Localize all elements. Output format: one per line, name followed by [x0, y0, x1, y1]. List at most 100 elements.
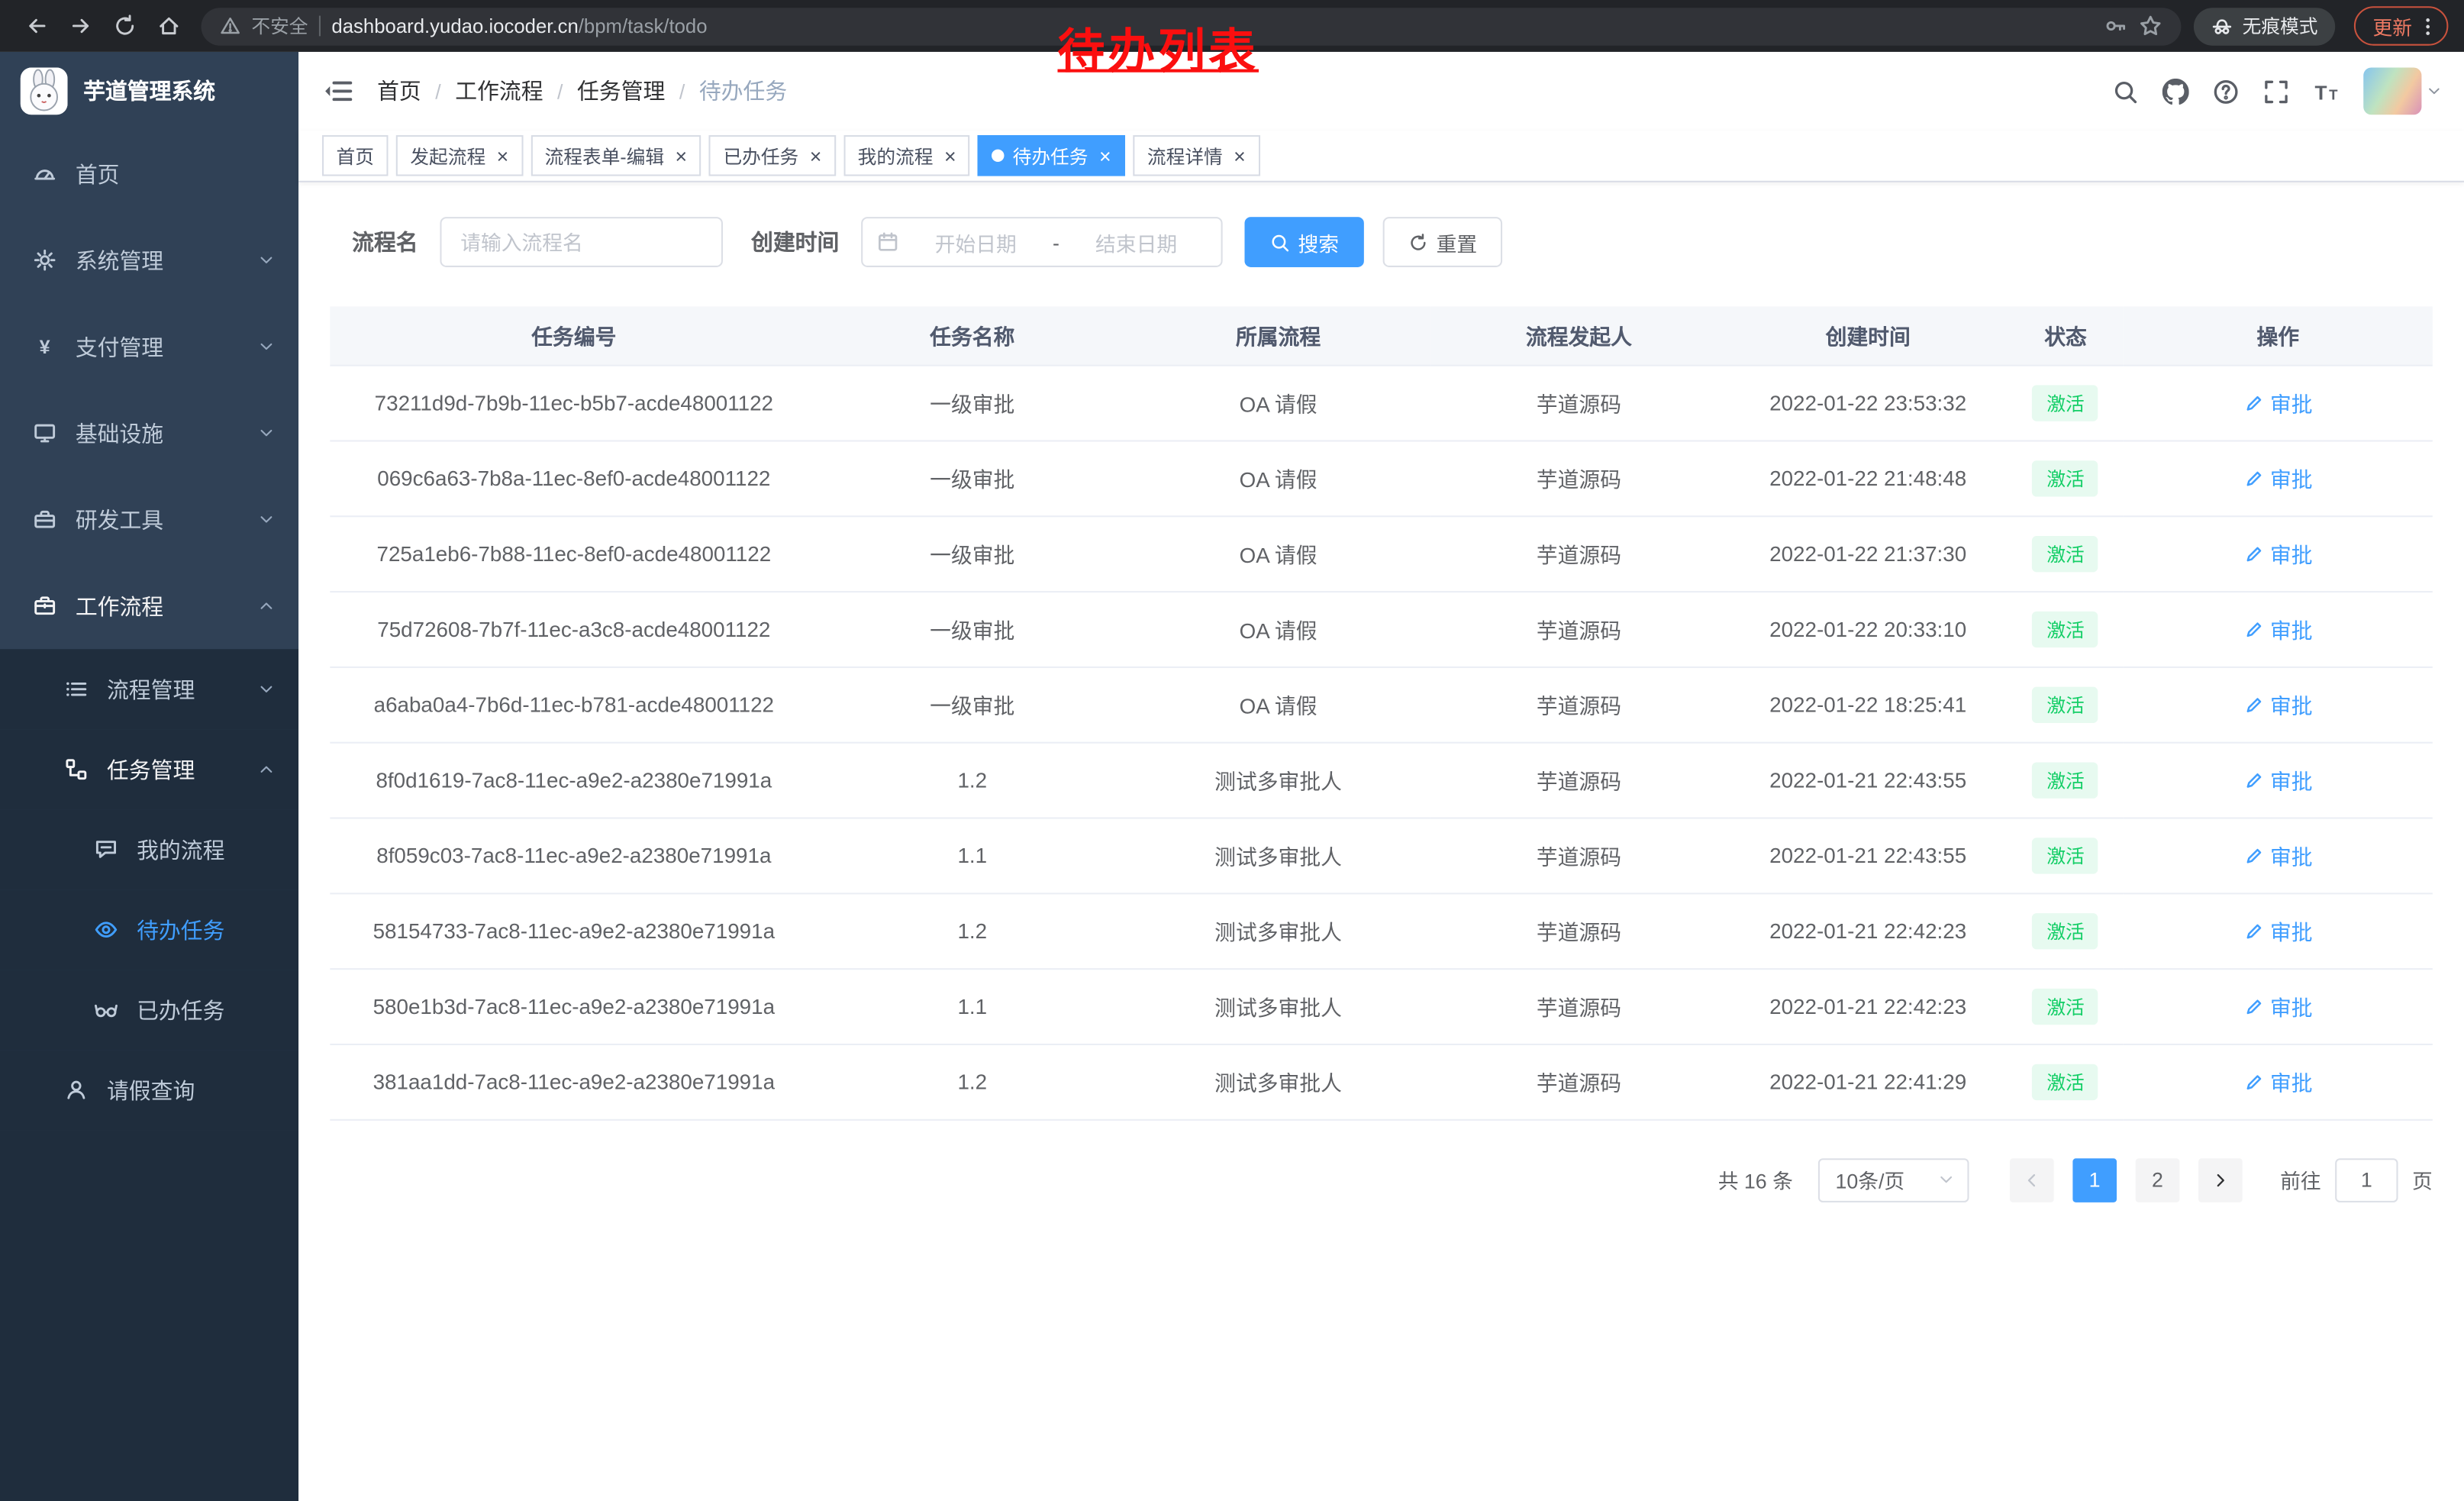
- sidebar-item-todo-tasks[interactable]: 待办任务: [0, 889, 298, 970]
- table-cell: 激活: [2008, 667, 2123, 742]
- status-badge: 激活: [2033, 460, 2098, 495]
- home-button[interactable]: [148, 5, 189, 47]
- approve-link[interactable]: 审批: [2243, 764, 2313, 796]
- table-cell: 73211d9d-7b9b-11ec-b5b7-acde48001122: [330, 365, 818, 441]
- breadcrumb-separator: /: [435, 79, 440, 103]
- sidebar-item-workflow[interactable]: 工作流程: [0, 563, 298, 649]
- branch-icon: [64, 757, 88, 781]
- approve-link[interactable]: 审批: [2243, 689, 2313, 720]
- approve-link[interactable]: 审批: [2243, 990, 2313, 1022]
- star-icon[interactable]: [2139, 15, 2162, 38]
- tab-close-icon[interactable]: ×: [810, 145, 822, 166]
- approve-link[interactable]: 审批: [2243, 613, 2313, 644]
- date-range-picker[interactable]: 开始日期 - 结束日期: [861, 217, 1222, 267]
- table-cell: 2022-01-21 22:42:23: [1728, 893, 2008, 968]
- key-icon[interactable]: [2104, 15, 2127, 38]
- search-button[interactable]: 搜索: [1244, 217, 1363, 267]
- chevron-up-icon: [258, 760, 276, 778]
- sidebar-item-system[interactable]: 系统管理: [0, 217, 298, 303]
- gear-icon: [33, 248, 56, 272]
- sidebar-item-devtools[interactable]: 研发工具: [0, 476, 298, 563]
- reload-button[interactable]: [104, 5, 145, 47]
- tab-close-icon[interactable]: ×: [1234, 145, 1246, 166]
- fullscreen-icon[interactable]: [2262, 78, 2289, 105]
- tab-首页[interactable]: 首页: [322, 135, 388, 176]
- breadcrumb-separator: /: [679, 79, 685, 103]
- sidebar-item-home[interactable]: 首页: [0, 131, 298, 217]
- github-icon[interactable]: [2162, 78, 2189, 105]
- page-button-2[interactable]: 2: [2136, 1157, 2180, 1202]
- page-button-1[interactable]: 1: [2072, 1157, 2117, 1202]
- update-button[interactable]: 更新: [2354, 6, 2449, 45]
- breadcrumb-item[interactable]: 首页: [377, 76, 421, 107]
- dots-vertical-icon[interactable]: [2417, 15, 2439, 37]
- annotation-title: 待办列表: [1057, 12, 1259, 82]
- tab-流程详情[interactable]: 流程详情×: [1133, 135, 1259, 176]
- monitor-icon: [33, 421, 56, 445]
- breadcrumb-item[interactable]: 任务管理: [577, 76, 665, 107]
- question-icon[interactable]: [2213, 78, 2240, 105]
- sidebar-item-process-mgmt[interactable]: 流程管理: [0, 649, 298, 729]
- process-name-input[interactable]: [440, 217, 723, 267]
- table-row: 73211d9d-7b9b-11ec-b5b7-acde48001122一级审批…: [330, 365, 2433, 441]
- table-cell: 2022-01-22 21:48:48: [1728, 440, 2008, 515]
- table-cell: 审批: [2124, 591, 2433, 667]
- tab-close-icon[interactable]: ×: [675, 145, 687, 166]
- column-header: 状态: [2008, 306, 2123, 364]
- approve-link[interactable]: 审批: [2243, 462, 2313, 493]
- search-icon[interactable]: [2112, 78, 2139, 105]
- reload-icon: [112, 15, 136, 38]
- sidebar-item-leave-query[interactable]: 请假查询: [0, 1050, 298, 1130]
- prev-page-button[interactable]: [2010, 1157, 2054, 1202]
- sidebar-item-label: 支付管理: [76, 331, 163, 362]
- table-cell: 2022-01-22 21:37:30: [1728, 515, 2008, 591]
- reset-button[interactable]: 重置: [1383, 217, 1502, 267]
- forward-button[interactable]: [60, 5, 101, 47]
- app-logo[interactable]: 芋道管理系统: [0, 52, 298, 131]
- status-badge: 激活: [2033, 686, 2098, 722]
- table-cell: 2022-01-22 18:25:41: [1728, 667, 2008, 742]
- todo-task-table: 任务编号任务名称所属流程流程发起人创建时间状态操作 73211d9d-7b9b-…: [330, 306, 2433, 1119]
- page-size-select[interactable]: 10条/页: [1818, 1157, 1969, 1202]
- sidebar-item-payment[interactable]: ¥支付管理: [0, 303, 298, 389]
- sidebar-item-task-mgmt[interactable]: 任务管理: [0, 729, 298, 809]
- next-page-button[interactable]: [2198, 1157, 2243, 1202]
- tab-label: 流程表单-编辑: [545, 142, 664, 169]
- sidebar-item-label: 待办任务: [137, 914, 224, 945]
- table-cell: 芋道源码: [1430, 515, 1728, 591]
- hamburger-icon[interactable]: [322, 76, 353, 107]
- update-label: 更新: [2373, 11, 2412, 40]
- tab-close-icon[interactable]: ×: [497, 145, 509, 166]
- table-cell: 审批: [2124, 667, 2433, 742]
- approve-link[interactable]: 审批: [2243, 1066, 2313, 1097]
- sidebar-item-my-process[interactable]: 我的流程: [0, 809, 298, 889]
- sidebar-item-done-tasks[interactable]: 已办任务: [0, 970, 298, 1050]
- table-cell: OA 请假: [1127, 591, 1430, 667]
- back-button[interactable]: [16, 5, 57, 47]
- tab-流程表单-编辑[interactable]: 流程表单-编辑 ×: [531, 135, 701, 176]
- approve-link[interactable]: 审批: [2243, 537, 2313, 569]
- breadcrumb-item[interactable]: 工作流程: [455, 76, 543, 107]
- tab-我的流程[interactable]: 我的流程×: [843, 135, 970, 176]
- approve-link[interactable]: 审批: [2243, 386, 2313, 418]
- tab-close-icon[interactable]: ×: [1099, 145, 1111, 166]
- approve-link[interactable]: 审批: [2243, 839, 2313, 870]
- user-avatar[interactable]: [2363, 68, 2442, 115]
- approve-label: 审批: [2270, 990, 2313, 1022]
- person-icon: [64, 1078, 88, 1102]
- table-cell: 一级审批: [818, 515, 1127, 591]
- tab-发起流程[interactable]: 发起流程×: [396, 135, 523, 176]
- edit-icon: [2243, 920, 2264, 941]
- sidebar-item-infra[interactable]: 基础设施: [0, 390, 298, 476]
- table-cell: 激活: [2008, 440, 2123, 515]
- tab-close-icon[interactable]: ×: [944, 145, 956, 166]
- column-header: 任务名称: [818, 306, 1127, 364]
- fontsize-icon[interactable]: TT: [2313, 78, 2340, 105]
- table-cell: 芋道源码: [1430, 893, 1728, 968]
- goto-label: 前往: [2280, 1164, 2321, 1194]
- tab-已办任务[interactable]: 已办任务×: [709, 135, 836, 176]
- chat-icon: [95, 838, 118, 861]
- goto-page-input[interactable]: [2335, 1157, 2398, 1202]
- approve-link[interactable]: 审批: [2243, 915, 2313, 946]
- tab-待办任务[interactable]: 待办任务×: [978, 135, 1125, 176]
